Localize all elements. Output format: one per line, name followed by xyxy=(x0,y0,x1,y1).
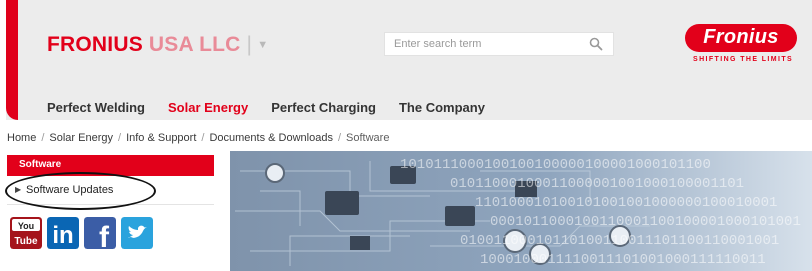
hero-binary-line-6: 1000100011110011101001000111110011 xyxy=(480,252,766,268)
nav-item-perfect-welding[interactable]: Perfect Welding xyxy=(47,100,145,115)
chevron-down-icon[interactable]: ▼ xyxy=(257,39,268,51)
brand-tagline: SHIFTING THE LIMITS xyxy=(693,56,794,63)
fronius-logo[interactable]: Fronius xyxy=(685,24,797,52)
youtube-label-bottom: Tube xyxy=(14,236,38,247)
chevron-right-icon: ▶ xyxy=(15,185,22,194)
company-name: FRONIUS xyxy=(47,33,143,56)
nav-item-perfect-charging[interactable]: Perfect Charging xyxy=(271,100,376,115)
breadcrumb-current: Software xyxy=(346,132,390,144)
sidebar-item-software-updates[interactable]: ▶ Software Updates xyxy=(7,177,214,205)
logo-text: Fronius xyxy=(703,26,779,48)
hero-binary-line-2: 01011000100011000001001000100001101 xyxy=(450,176,744,192)
breadcrumb-info-support[interactable]: Info & Support xyxy=(126,132,196,144)
company-separator: | xyxy=(246,33,253,56)
youtube-label-top: You xyxy=(18,221,34,231)
hero-binary-line-3: 110100010100101001001000000100010001 xyxy=(475,195,777,211)
header-accent-bar xyxy=(6,0,18,120)
search-icon[interactable] xyxy=(589,37,603,51)
breadcrumb-documents-downloads[interactable]: Documents & Downloads xyxy=(209,132,333,144)
breadcrumb: Home / Solar Energy / Info & Support / Documen… xyxy=(7,132,390,144)
company-selector[interactable]: FRONIUS USA LLC | ▼ xyxy=(47,33,268,57)
sidebar-item-label: Software Updates xyxy=(26,184,114,196)
sidebar-heading: Software xyxy=(19,159,62,170)
hero-banner-circuit-board: 1010111000100100100000100001000101100 01… xyxy=(230,151,812,271)
breadcrumb-solar-energy[interactable]: Solar Energy xyxy=(49,132,113,144)
youtube-icon[interactable]: You Tube xyxy=(10,217,42,249)
nav-item-solar-energy[interactable]: Solar Energy xyxy=(168,100,248,115)
nav-item-the-company[interactable]: The Company xyxy=(399,100,485,115)
search-input[interactable] xyxy=(385,33,584,55)
facebook-icon[interactable]: f xyxy=(84,217,116,249)
hero-binary-line-1: 1010111000100100100000100001000101100 xyxy=(400,157,711,173)
search-box xyxy=(384,32,614,56)
breadcrumb-home[interactable]: Home xyxy=(7,132,36,144)
linkedin-label: in xyxy=(52,222,73,249)
facebook-label: f xyxy=(99,221,110,249)
hero-binary-line-4: 0001011000100110001100100001000101001 xyxy=(490,214,801,230)
sidebar-section-software[interactable]: Software xyxy=(7,155,214,176)
hero-binary-line-5: 01001100010110100110011101100110001001 xyxy=(460,233,779,249)
twitter-icon[interactable] xyxy=(121,217,153,249)
main-nav: Perfect Welding Solar Energy Perfect Charg… xyxy=(47,100,508,115)
linkedin-icon[interactable]: in xyxy=(47,217,79,249)
company-suffix: USA LLC xyxy=(148,33,241,56)
